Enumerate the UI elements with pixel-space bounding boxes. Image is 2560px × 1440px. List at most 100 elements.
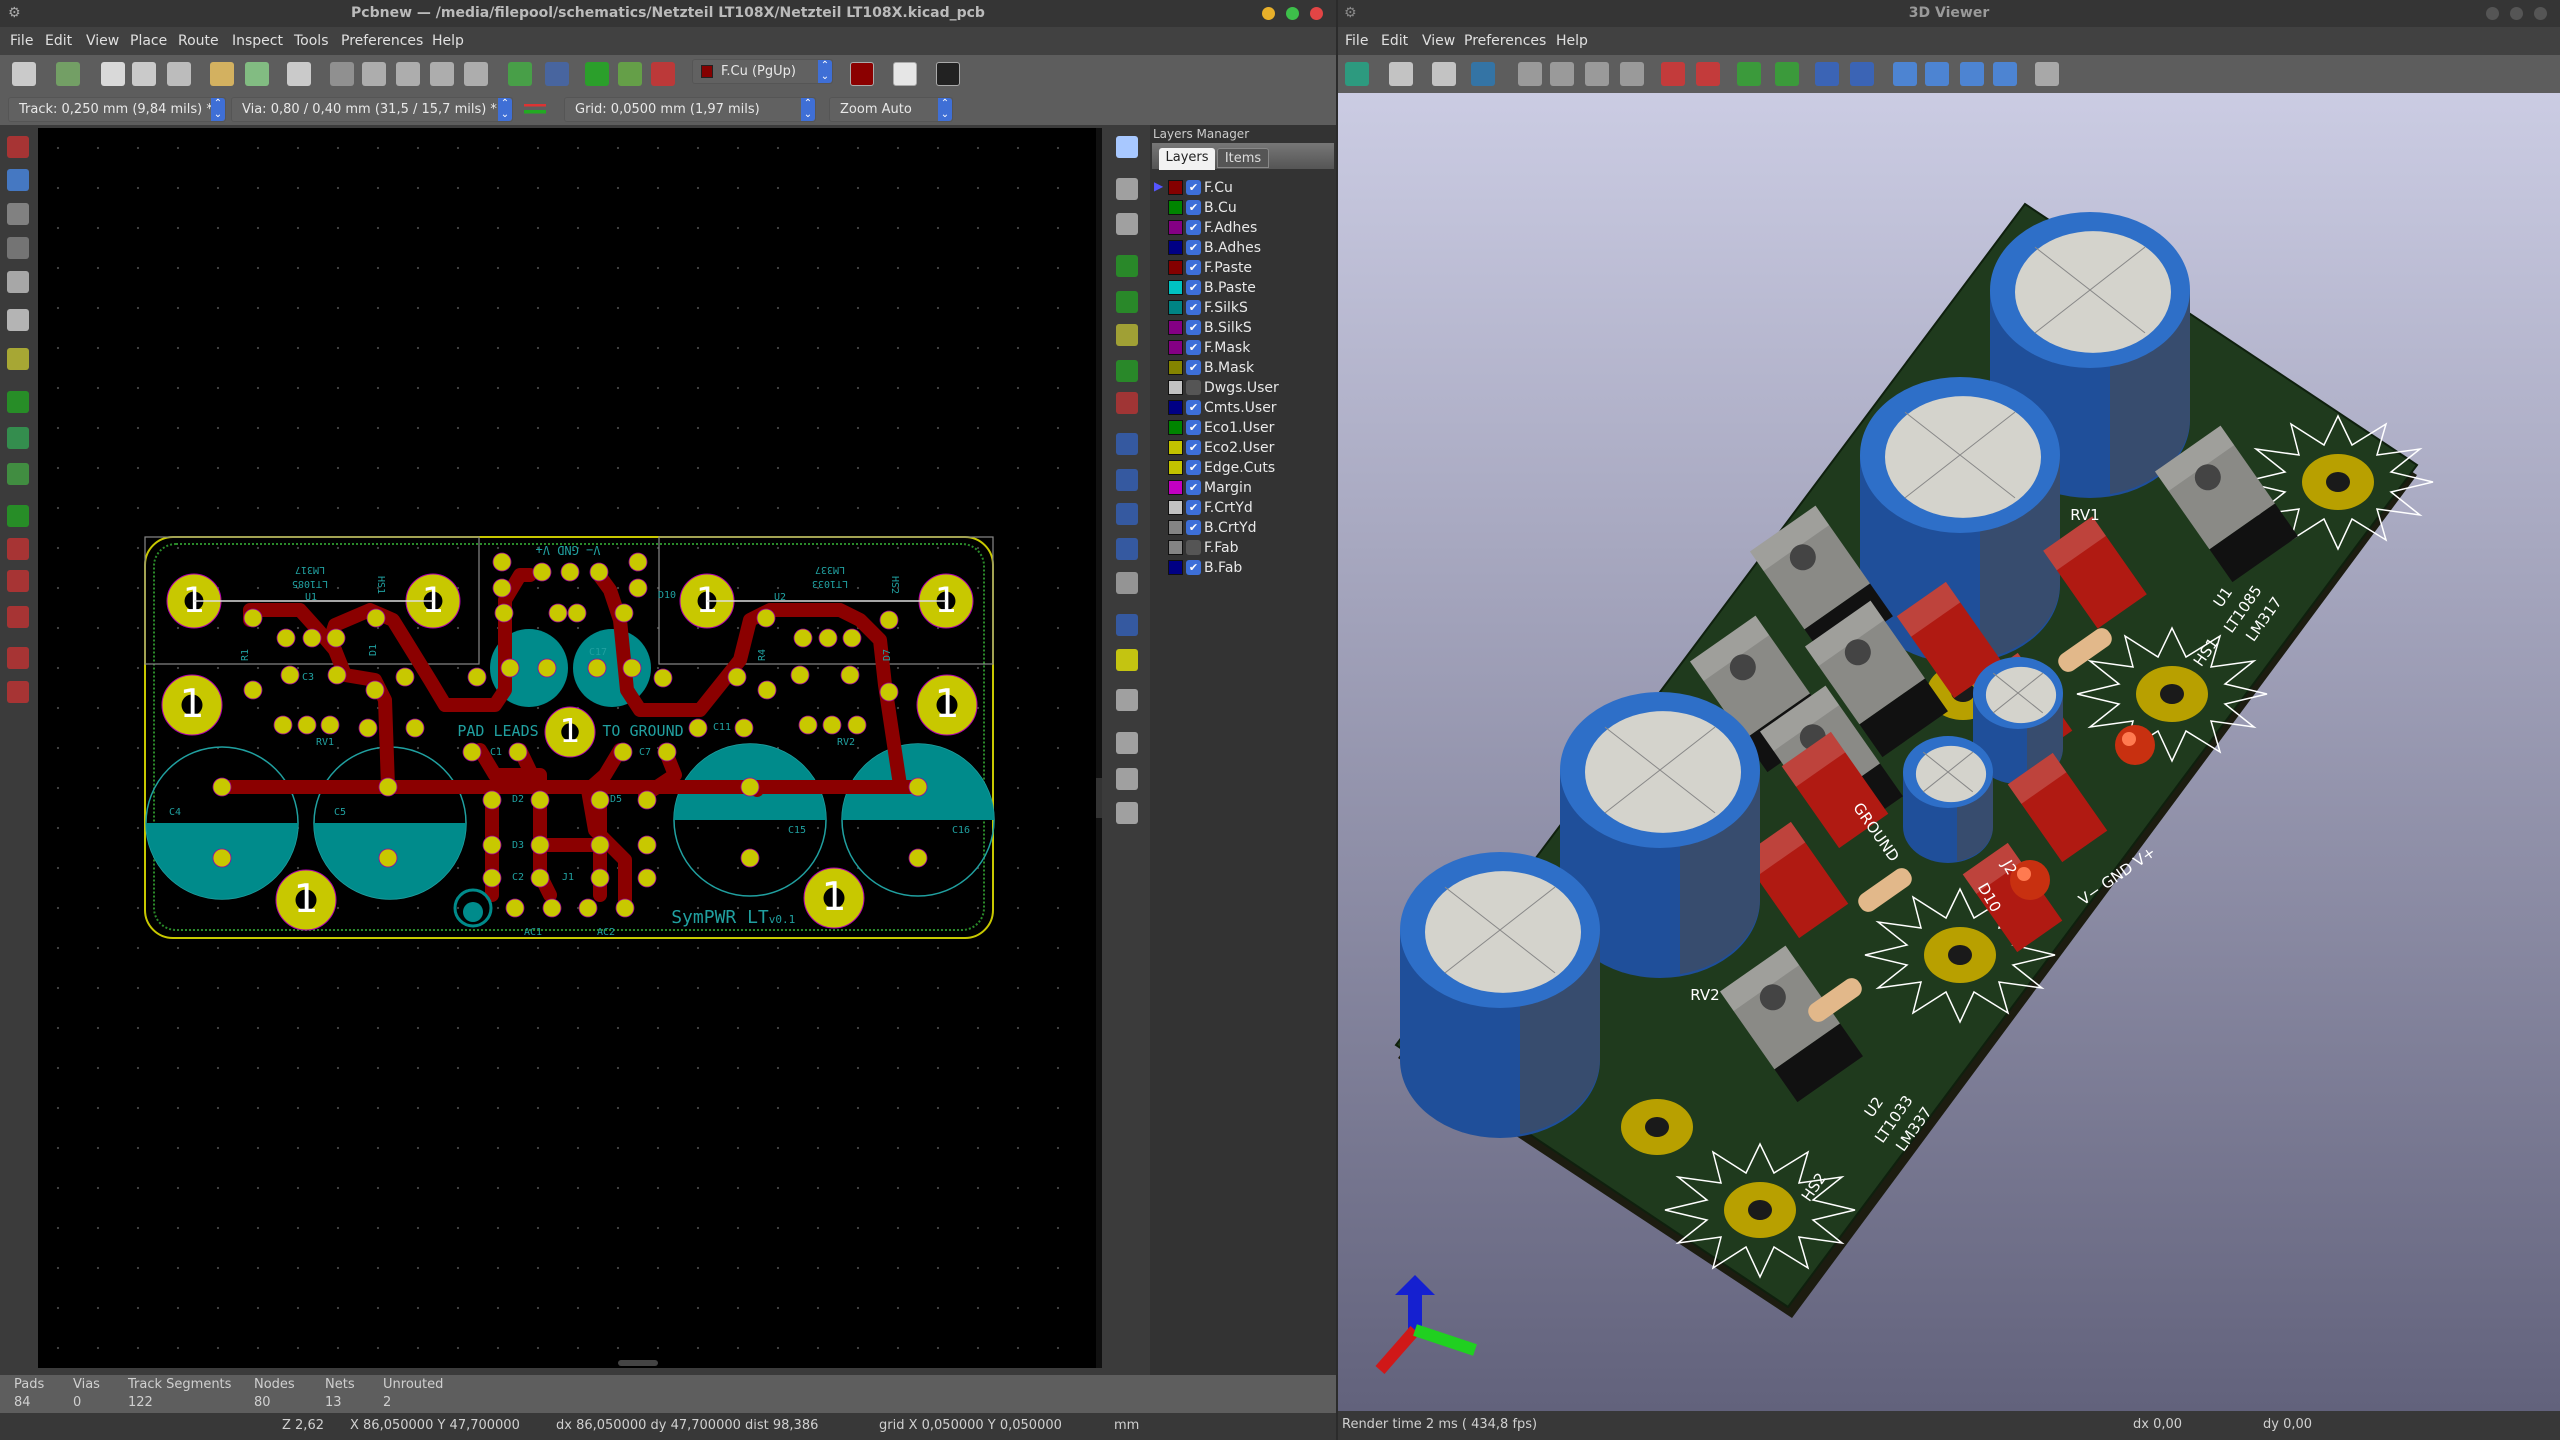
- menu-preferences[interactable]: Preferences: [1464, 27, 1546, 55]
- layer-visibility-checkbox[interactable]: ✔: [1186, 440, 1201, 455]
- add-via-icon[interactable]: [1116, 324, 1138, 346]
- add-circle-icon[interactable]: [1116, 469, 1138, 491]
- netlist-icon[interactable]: [585, 62, 609, 86]
- layer-color-swatch[interactable]: [1168, 360, 1183, 375]
- layer-visibility-checkbox[interactable]: ✔: [1186, 260, 1201, 275]
- rotate-x-cw-icon[interactable]: [1661, 62, 1685, 86]
- layer-color-swatch[interactable]: [1168, 560, 1183, 575]
- grid-toggle-icon[interactable]: [7, 169, 29, 191]
- zoom-fit-icon[interactable]: [1620, 62, 1644, 86]
- board-setup-icon[interactable]: [56, 62, 80, 86]
- via-sketch-icon[interactable]: [7, 505, 29, 527]
- layer-visibility-checkbox[interactable]: ✔: [1186, 220, 1201, 235]
- layer-color-swatch[interactable]: [1168, 180, 1183, 195]
- layer-row[interactable]: ✔ Margin: [1150, 478, 1336, 498]
- layer-color-swatch[interactable]: [1168, 280, 1183, 295]
- minimize-button[interactable]: [1262, 7, 1275, 20]
- layer-visibility-checkbox[interactable]: ✔: [1186, 300, 1201, 315]
- layer-row[interactable]: ✔ B.SilkS: [1150, 318, 1336, 338]
- maximize-button[interactable]: [2510, 7, 2523, 20]
- layer-row[interactable]: ✔ Eco1.User: [1150, 418, 1336, 438]
- local-ratsnest-icon[interactable]: [1116, 213, 1138, 235]
- window-menu-icon[interactable]: ⚙: [1344, 0, 1357, 27]
- layer-row[interactable]: Dwgs.User: [1150, 378, 1336, 398]
- select-icon[interactable]: [1116, 136, 1138, 158]
- track-width-spinner[interactable]: ⌃ ⌄: [211, 98, 225, 121]
- layer-visibility-checkbox[interactable]: ✔: [1186, 480, 1201, 495]
- add-dimension-icon[interactable]: [1116, 614, 1138, 636]
- layer-pair-icon[interactable]: [850, 62, 874, 86]
- move-right-icon[interactable]: [1925, 62, 1949, 86]
- layer-visibility-checkbox[interactable]: ✔: [1186, 520, 1201, 535]
- layer-color-swatch[interactable]: [1168, 520, 1183, 535]
- layer-color-swatch[interactable]: [1168, 380, 1183, 395]
- set-origin-icon[interactable]: [1116, 732, 1138, 754]
- zoom-selection-icon[interactable]: [464, 62, 488, 86]
- layer-visibility-checkbox[interactable]: ✔: [1186, 400, 1201, 415]
- menu-view[interactable]: View: [1422, 27, 1455, 55]
- zoom-in-icon[interactable]: [362, 62, 386, 86]
- layer-row[interactable]: ✔ B.Fab: [1150, 558, 1336, 578]
- drc-marker-icon[interactable]: [7, 136, 29, 158]
- grid-spinner[interactable]: ⌃ ⌄: [801, 98, 815, 121]
- 3d-viewport[interactable]: GROUND V− GND V+ LT1085 LM317 U1 HS1 LT1033 LM3…: [1338, 93, 2560, 1411]
- layer-visibility-checkbox[interactable]: ✔: [1186, 340, 1201, 355]
- layer-color-swatch[interactable]: [1168, 460, 1183, 475]
- new-board-icon[interactable]: [12, 62, 36, 86]
- copy-image-icon[interactable]: [1389, 62, 1413, 86]
- zoom-spinner[interactable]: ⌃ ⌄: [938, 98, 952, 121]
- layer-color-swatch[interactable]: [1168, 500, 1183, 515]
- layer-row[interactable]: ✔ F.Mask: [1150, 338, 1336, 358]
- move-left-icon[interactable]: [1893, 62, 1917, 86]
- zoom-out-icon[interactable]: [396, 62, 420, 86]
- grid-origin-icon[interactable]: [1116, 768, 1138, 790]
- layer-color-swatch[interactable]: [1168, 240, 1183, 255]
- undo-icon[interactable]: [210, 62, 234, 86]
- plot-icon[interactable]: [167, 62, 191, 86]
- inch-units-icon[interactable]: [7, 237, 29, 259]
- rotate-y-cw-icon[interactable]: [1737, 62, 1761, 86]
- layer-row[interactable]: ✔ F.CrtYd: [1150, 498, 1336, 518]
- rotate-x-ccw-icon[interactable]: [1696, 62, 1720, 86]
- layer-visibility-checkbox[interactable]: ✔: [1186, 200, 1201, 215]
- move-down-icon[interactable]: [1993, 62, 2017, 86]
- reload-board-icon[interactable]: [1345, 62, 1369, 86]
- menu-tools[interactable]: Tools: [294, 27, 329, 55]
- track-sketch-icon[interactable]: [7, 538, 29, 560]
- layer-visibility-checkbox[interactable]: ✔: [1186, 240, 1201, 255]
- layer-color-swatch[interactable]: [1168, 540, 1183, 555]
- layer-row[interactable]: ▶ ✔ F.Cu: [1150, 178, 1336, 198]
- layer-visibility-checkbox[interactable]: ✔: [1186, 360, 1201, 375]
- layer-color-swatch[interactable]: [1168, 480, 1183, 495]
- drc-icon[interactable]: [651, 62, 675, 86]
- add-text-icon[interactable]: [1116, 572, 1138, 594]
- zoom-out-icon[interactable]: [1550, 62, 1574, 86]
- footprint-browser-icon[interactable]: [545, 62, 569, 86]
- layer-visibility-checkbox[interactable]: ✔: [1186, 500, 1201, 515]
- high-contrast-icon[interactable]: [7, 570, 29, 592]
- cursor-shape-icon[interactable]: [7, 309, 29, 331]
- move-up-icon[interactable]: [1960, 62, 1984, 86]
- print-icon[interactable]: [132, 62, 156, 86]
- layer-color-swatch[interactable]: [1168, 220, 1183, 235]
- layer-visibility-checkbox[interactable]: ✔: [1186, 560, 1201, 575]
- menu-preferences[interactable]: Preferences: [341, 27, 423, 55]
- minimize-button[interactable]: [2486, 7, 2499, 20]
- add-line-icon[interactable]: [1116, 433, 1138, 455]
- layer-color-swatch[interactable]: [1168, 440, 1183, 455]
- layer-visibility-checkbox[interactable]: ✔: [1186, 180, 1201, 195]
- menu-help[interactable]: Help: [1556, 27, 1588, 55]
- layer-visibility-checkbox[interactable]: ✔: [1186, 420, 1201, 435]
- layer-row[interactable]: ✔ Eco2.User: [1150, 438, 1336, 458]
- layer-row[interactable]: F.Fab: [1150, 538, 1336, 558]
- auto-track-width-icon[interactable]: [524, 97, 546, 121]
- route-track-icon[interactable]: [1116, 291, 1138, 313]
- layer-visibility-checkbox[interactable]: ✔: [1186, 280, 1201, 295]
- menu-route[interactable]: Route: [178, 27, 219, 55]
- settings-icon[interactable]: [1432, 62, 1456, 86]
- close-button[interactable]: [1310, 7, 1323, 20]
- layer-color-swatch[interactable]: [1168, 300, 1183, 315]
- zone-outline-icon[interactable]: [7, 427, 29, 449]
- microwave-icon[interactable]: [7, 606, 29, 628]
- python-console-icon[interactable]: [936, 62, 960, 86]
